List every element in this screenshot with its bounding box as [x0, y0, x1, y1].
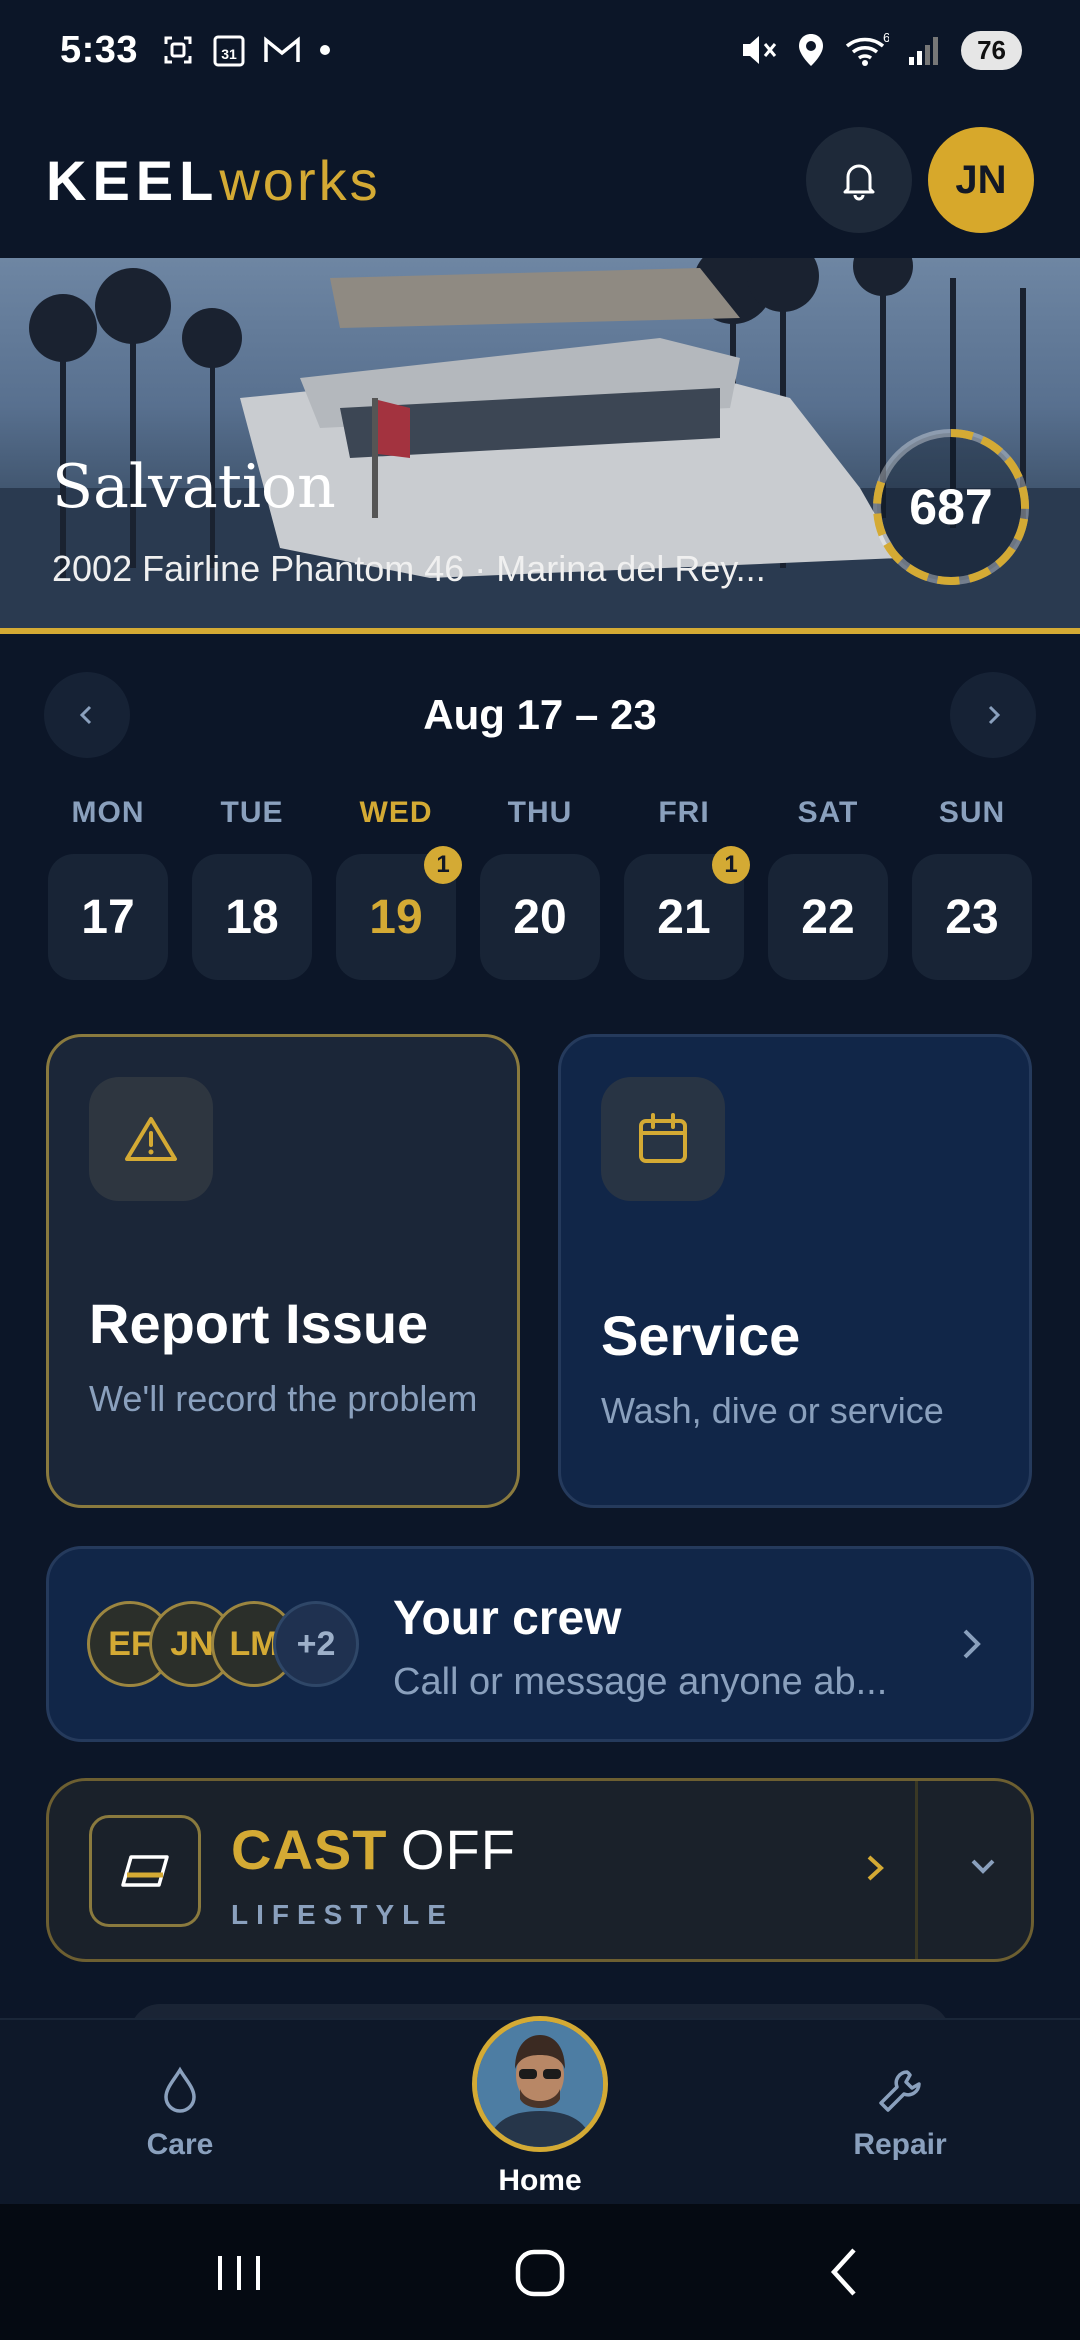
day-name: WED	[359, 796, 433, 829]
score-value: 687	[909, 479, 993, 535]
day-name: THU	[507, 796, 573, 829]
logo-works: works	[219, 148, 381, 212]
day-number-selected[interactable]: 19 1	[336, 846, 462, 980]
day-tue[interactable]: TUE 18	[192, 796, 312, 980]
day-number-text: 19	[369, 890, 423, 944]
bell-icon	[843, 164, 875, 201]
nav-repair[interactable]: Repair	[800, 2066, 1000, 2162]
calendar-31-icon: 31	[213, 35, 245, 67]
day-number-text: 21	[657, 890, 711, 944]
prev-week-button[interactable]	[44, 672, 130, 758]
day-number[interactable]: 22	[768, 854, 888, 980]
expand-button[interactable]	[963, 1847, 1003, 1892]
report-icon-box	[89, 1077, 213, 1201]
day-number[interactable]: 18	[192, 854, 312, 980]
day-thu[interactable]: THU 20	[480, 796, 600, 980]
chevron-right-icon	[867, 1855, 884, 1881]
ticket-icon	[121, 1855, 169, 1887]
user-avatar[interactable]: JN	[928, 127, 1034, 233]
event-badge: 1	[712, 846, 750, 884]
cast-off-icon-box	[89, 1815, 201, 1927]
lifestyle-tag: LIFESTYLE	[231, 1899, 454, 1930]
home-system-icon[interactable]	[512, 2242, 568, 2302]
day-name: SAT	[797, 796, 859, 829]
gmail-icon	[264, 36, 300, 62]
screenshot-icon	[164, 36, 192, 64]
wifi-icon: 6	[845, 32, 889, 66]
day-name: FRI	[658, 796, 710, 829]
day-fri[interactable]: FRI 21 1	[624, 796, 750, 980]
warning-icon	[125, 1117, 177, 1161]
chevron-right-icon	[963, 1629, 981, 1659]
service-subtitle: Wash, dive or service	[601, 1390, 944, 1431]
recents-icon[interactable]	[212, 2242, 266, 2302]
next-week-button[interactable]	[950, 672, 1036, 758]
status-bar: 5:33 31 6 76	[0, 0, 1080, 100]
off-word: OFF	[401, 1818, 516, 1881]
chevron-left-icon	[79, 705, 92, 725]
report-issue-card[interactable]: Report Issue We'll record the problem	[46, 1034, 520, 1508]
week-days: MON 17 TUE 18 WED 19 1 THU 20 FRI 21 1 S…	[48, 796, 1032, 980]
chevron-right-icon	[988, 705, 1001, 725]
day-wed[interactable]: WED 19 1	[336, 796, 462, 980]
logo-keel: KEEL	[46, 148, 220, 212]
day-mon[interactable]: MON 17	[48, 796, 168, 980]
cast-word: CAST	[231, 1818, 388, 1881]
signal-icon	[909, 37, 939, 65]
boat-score[interactable]: 687	[868, 424, 1034, 590]
system-nav-bar	[0, 2204, 1080, 2340]
wrench-icon	[879, 2070, 921, 2112]
calendar-icon	[639, 1113, 687, 1163]
back-icon[interactable]	[822, 2242, 866, 2302]
crew-more-count: +2	[273, 1601, 359, 1687]
day-number[interactable]: 23	[912, 854, 1032, 980]
nav-repair-label: Repair	[853, 2128, 947, 2161]
crew-subtitle: Call or message anyone ab...	[393, 1661, 888, 1703]
service-title: Service	[601, 1304, 801, 1367]
day-name: SUN	[938, 796, 1006, 829]
crew-title: Your crew	[393, 1592, 622, 1645]
day-number[interactable]: 17	[48, 854, 168, 980]
week-label: Aug 17 – 23	[423, 691, 657, 738]
network-label: 6	[883, 32, 889, 45]
report-issue-subtitle: We'll record the problem	[89, 1378, 478, 1419]
battery-indicator: 76	[961, 30, 1022, 70]
service-card[interactable]: Service Wash, dive or service	[558, 1034, 1032, 1508]
svg-text:31: 31	[221, 46, 237, 62]
report-issue-title: Report Issue	[89, 1292, 429, 1355]
boat-hero[interactable]: Salvation 2002 Fairline Phantom 46 · Mar…	[0, 258, 1080, 634]
status-time: 5:33	[60, 28, 139, 71]
bottom-nav: Care Home Repair	[0, 2016, 1080, 2204]
day-name: TUE	[220, 796, 284, 829]
divider	[915, 1781, 918, 1959]
day-number[interactable]: 20	[480, 854, 600, 980]
chevron-down-icon	[971, 1859, 995, 1874]
boat-info: 2002 Fairline Phantom 46 · Marina del Re…	[52, 548, 766, 589]
day-sat[interactable]: SAT 22	[768, 796, 888, 980]
app-header: KEELworks JN	[0, 110, 1080, 250]
day-name: MON	[71, 796, 145, 829]
notifications-button[interactable]	[806, 127, 912, 233]
cast-off-card[interactable]: CAST OFF LIFESTYLE	[46, 1778, 1034, 1962]
profile-photo	[477, 2021, 603, 2147]
day-number-with-event[interactable]: 21 1	[624, 846, 750, 980]
crew-card[interactable]: EF JN LM +2 Your crew Call or message an…	[46, 1546, 1034, 1742]
nav-care-label: Care	[146, 2128, 214, 2161]
service-icon-box	[601, 1077, 725, 1201]
nav-care[interactable]: Care	[80, 2066, 280, 2162]
event-badge: 1	[424, 846, 462, 884]
day-sun[interactable]: SUN 23	[912, 796, 1032, 980]
mute-icon	[743, 36, 777, 64]
location-icon	[799, 34, 824, 66]
droplet-icon	[164, 2066, 196, 2113]
week-navigator: Aug 17 – 23	[44, 672, 1036, 758]
app-logo: KEELworks	[46, 148, 381, 213]
nav-home-label[interactable]: Home	[440, 2164, 640, 2198]
dot-icon	[320, 45, 331, 55]
boat-name: Salvation	[52, 452, 336, 522]
nav-home-avatar[interactable]	[472, 2016, 608, 2152]
